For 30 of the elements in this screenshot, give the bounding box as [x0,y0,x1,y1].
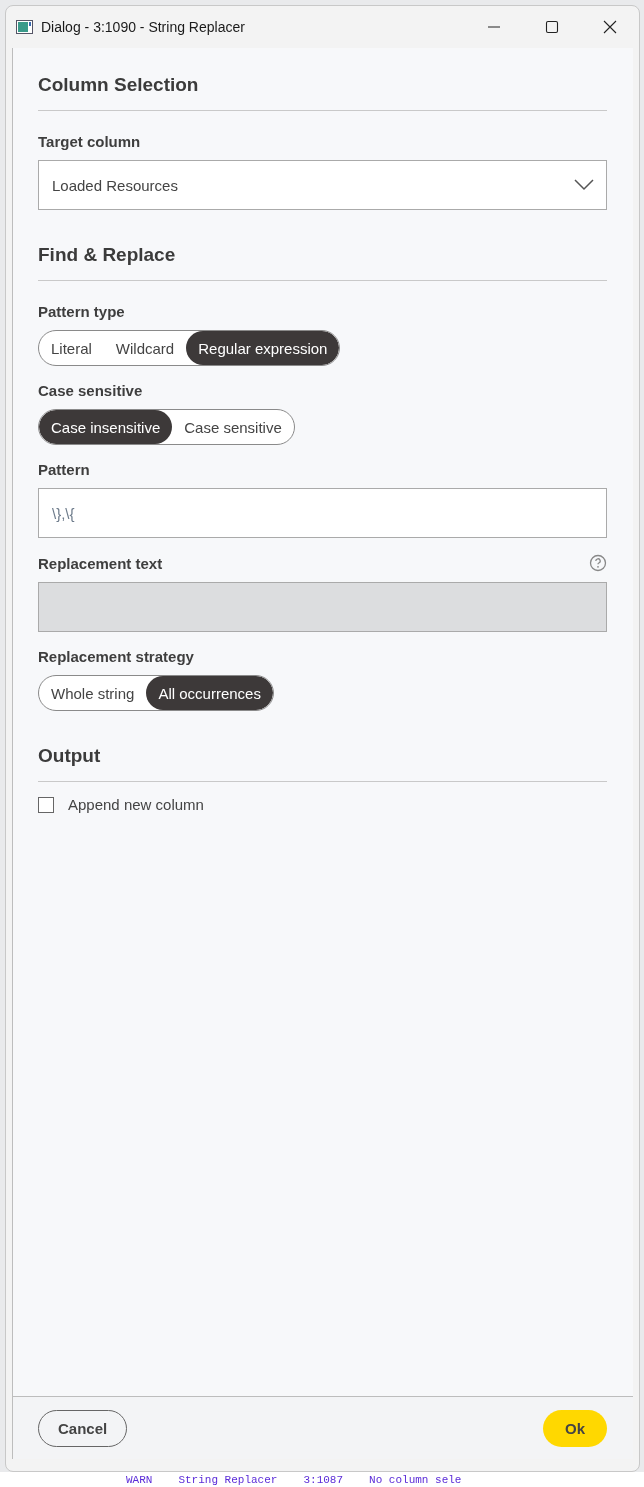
segment-option[interactable]: Regular expression [186,331,340,365]
section-title: Column Selection [38,74,607,111]
window-title: Dialog - 3:1090 - String Replacer [41,19,246,35]
chevron-down-icon [574,179,594,191]
segment-option[interactable]: Wildcard [103,331,187,365]
field-label: Case sensitive [38,382,143,399]
maximize-icon [545,20,559,34]
column-dropdown[interactable]: Loaded Resources [38,160,607,210]
field-label: Replacement text [38,554,163,572]
segment-option[interactable]: All occurrences [146,676,273,710]
section-title: Output [38,745,607,782]
segment-option[interactable]: Case insensitive [39,410,173,444]
section-title: Find & Replace [38,244,607,281]
log-message: No column sele [369,1473,462,1486]
checkbox[interactable] [38,796,54,813]
field-label: Pattern [38,461,90,478]
log-level: WARN [126,1473,153,1486]
segment-option[interactable]: Case sensitive [172,410,294,444]
ok-button[interactable]: Ok [543,1409,607,1447]
field-label: Target column [38,133,141,150]
text-input[interactable]: \},\{ [38,488,607,538]
log-source-text: String Replacer [178,1473,278,1486]
log-id: 3:1087 [303,1473,344,1486]
field-label: Replacement strategy [38,648,194,665]
segment-option[interactable]: Whole string [39,676,147,710]
checkbox-label: Append new column [68,796,204,813]
window-app-icon [16,20,33,34]
close-icon [603,20,617,34]
field-label: Pattern type [38,303,125,320]
segment-option[interactable]: Literal [39,331,104,365]
